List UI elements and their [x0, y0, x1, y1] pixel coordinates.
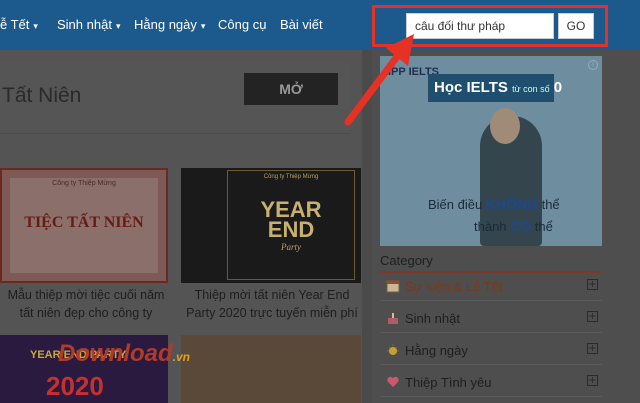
open-button[interactable]: MỞ [244, 73, 338, 105]
go-button[interactable]: GO [558, 13, 594, 39]
red-arrow-icon [344, 34, 414, 126]
calendar-icon [386, 280, 400, 293]
card-image-company: Công ty Thiệp Mừng [52, 180, 116, 187]
chevron-down-icon: ▾ [33, 21, 38, 31]
chevron-down-icon: ▾ [200, 21, 206, 31]
card-image-party: Party [281, 242, 301, 252]
page-title: Tất Niên [2, 84, 82, 107]
card-image-flowers[interactable] [181, 335, 361, 403]
card-caption-link[interactable]: Mẫu thiệp mời tiệc cuối năm tất niên đẹp… [0, 286, 172, 322]
nav-item-hang-ngay[interactable]: Hằng ngày ▾ [134, 17, 205, 32]
expand-plus-icon[interactable]: + [587, 279, 598, 290]
ad-slogan-line1: Biến điều KHÔNG thể [428, 196, 560, 212]
search-input[interactable] [406, 13, 554, 39]
ad-title: Học IELTS từ con số 0 [428, 74, 562, 102]
sidebar-item-label: Sự kiện & Lễ Tết [405, 279, 503, 294]
card-image-year-end-party[interactable]: Công ty Thiệp Mừng YEAR END Party [181, 168, 361, 283]
heart-icon [387, 376, 399, 387]
nav-item-cong-cu[interactable]: Công cụ [218, 17, 266, 32]
sidebar-item-label: Sinh nhật [405, 311, 460, 326]
sidebar-item-label: Thiệp Tình yêu [405, 375, 492, 390]
nav-item-le-tet[interactable]: ễ Tết ▾ [0, 17, 38, 32]
card-image-end: END [267, 217, 315, 242]
card-image-tiec-tat-nien[interactable]: Công ty Thiệp Mừng TIỆC TẤT NIÊN [0, 168, 168, 283]
cake-icon [388, 313, 398, 324]
nav-item-sinh-nhat[interactable]: Sinh nhật ▾ [57, 17, 120, 32]
chevron-down-icon: ▾ [115, 21, 121, 31]
sidebar-item-label: Hằng ngày [405, 343, 468, 358]
ad-person-head [490, 108, 520, 144]
expand-plus-icon[interactable]: + [587, 343, 598, 354]
sidebar-item-sinh-nhat[interactable]: Sinh nhật + [380, 305, 602, 333]
sidebar-item-tinh-yeu[interactable]: Thiệp Tình yêu + [380, 369, 602, 397]
sidebar-item-hang-ngay[interactable]: Hằng ngày + [380, 337, 602, 365]
category-heading: Category [380, 253, 433, 268]
card-image-year: 2020 [46, 371, 104, 401]
sidebar-item-su-kien[interactable]: Sự kiện & Lễ Tết + [380, 273, 602, 301]
expand-plus-icon[interactable]: + [587, 375, 598, 386]
card-caption-link[interactable]: Thiệp mời tất niên Year End Party 2020 t… [181, 286, 363, 322]
watermark-logo: Download.vn [58, 340, 190, 367]
ad-info-icon[interactable]: i [588, 60, 598, 70]
card-image-headline: TIỆC TẤT NIÊN [24, 214, 144, 231]
expand-plus-icon[interactable]: + [587, 311, 598, 322]
ad-slogan-line2: thành CÓ thể [474, 218, 553, 234]
sun-icon [387, 344, 399, 355]
nav-item-bai-viet[interactable]: Bài viết [280, 17, 323, 32]
card-image-company: Công ty Thiệp Mừng [263, 174, 319, 180]
